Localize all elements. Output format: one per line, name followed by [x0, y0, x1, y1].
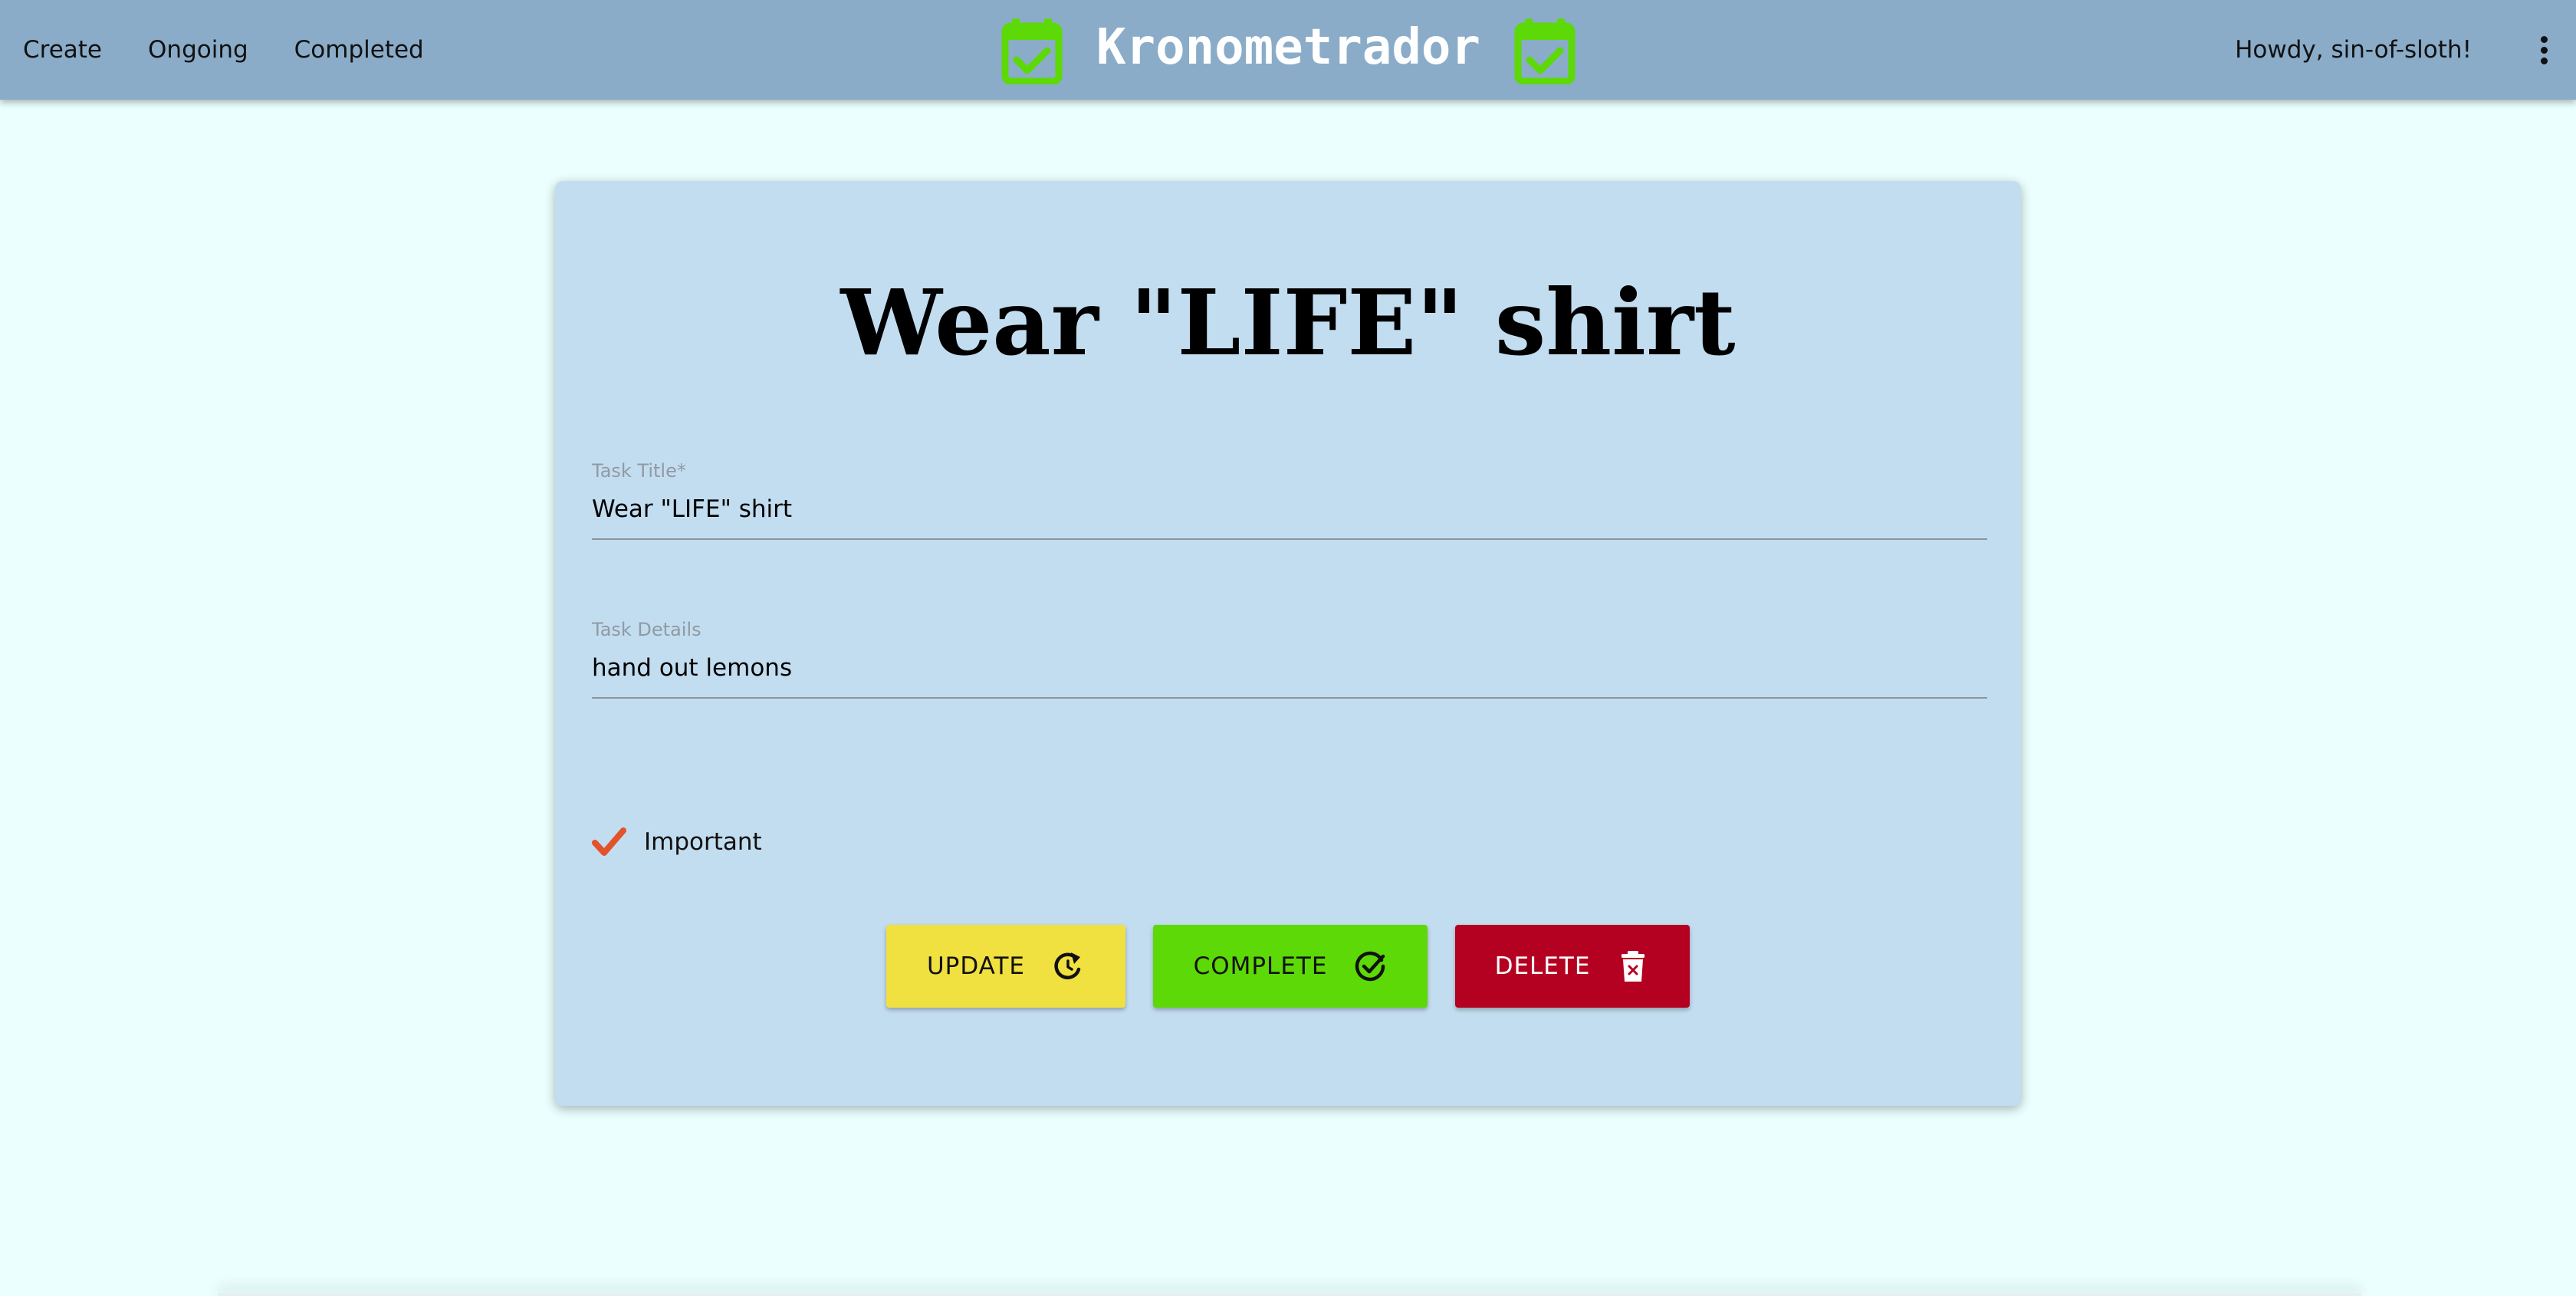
more-vertical-icon[interactable]: [2528, 31, 2559, 69]
important-label: Important: [644, 828, 762, 856]
calendar-check-icon: [1514, 18, 1576, 84]
important-checkbox[interactable]: Important: [589, 819, 762, 865]
delete-button-label: DELETE: [1494, 952, 1591, 980]
task-card: Wear "LIFE" shirt Task Title* Task Detai…: [555, 181, 2021, 1106]
check-circle-icon: [1355, 951, 1385, 982]
complete-button-label: COMPLETE: [1193, 952, 1328, 980]
trash-icon: [1622, 951, 1645, 982]
task-heading: Wear "LIFE" shirt: [840, 269, 1736, 376]
user-greeting: Howdy, sin-of-sloth!: [2235, 36, 2472, 64]
task-details-input[interactable]: [592, 642, 1987, 699]
update-button[interactable]: UPDATE: [886, 925, 1125, 1008]
brand-title[interactable]: Kronometrador: [1096, 19, 1480, 76]
task-details-field: Task Details: [592, 619, 1987, 699]
task-title-label: Task Title*: [592, 460, 686, 482]
complete-button[interactable]: COMPLETE: [1153, 925, 1428, 1008]
nav-link-ongoing[interactable]: Ongoing: [148, 36, 248, 64]
brand: Kronometrador: [1001, 12, 1576, 89]
delete-button[interactable]: DELETE: [1455, 925, 1690, 1008]
menu-dot: [2540, 57, 2548, 64]
checkmark-icon: [592, 827, 626, 856]
refresh-icon: [1054, 952, 1081, 980]
task-details-label: Task Details: [592, 619, 702, 640]
nav-link-completed[interactable]: Completed: [294, 36, 424, 64]
update-button-label: UPDATE: [926, 952, 1026, 980]
menu-dot: [2540, 35, 2548, 43]
task-title-input[interactable]: [592, 483, 1987, 540]
bottom-panel-edge: [218, 1293, 2361, 1296]
calendar-check-icon: [1001, 18, 1063, 84]
nav-links: Create Ongoing Completed: [23, 0, 470, 100]
top-navbar: Create Ongoing Completed Kronometrador H…: [0, 0, 2576, 100]
task-title-field: Task Title*: [592, 460, 1987, 540]
menu-dot: [2540, 46, 2548, 54]
nav-link-create[interactable]: Create: [23, 36, 102, 64]
